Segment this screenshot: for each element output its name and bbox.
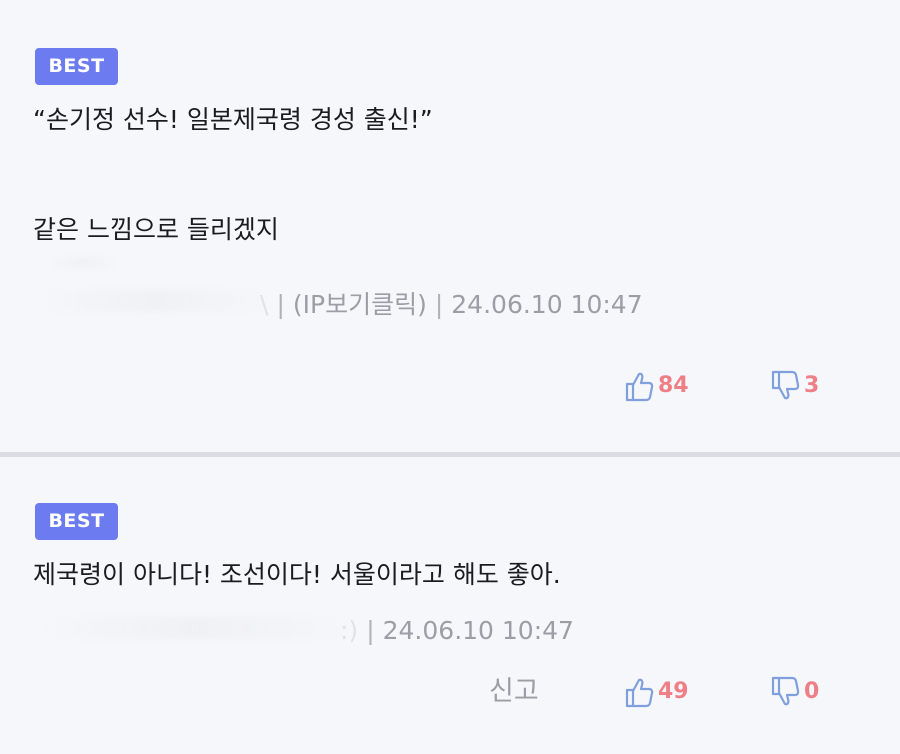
dislike-count: 0 [804, 679, 820, 704]
thumbs-up-icon [624, 370, 654, 402]
dislike-button[interactable]: 0 [770, 674, 819, 710]
like-button[interactable]: 84 [624, 368, 689, 404]
comment-text-line: 같은 느낌으로 들리겠지 [33, 215, 279, 244]
report-button[interactable]: 신고 [489, 674, 539, 710]
comment-meta: :) | 24.06.10 10:47 [340, 614, 574, 648]
meta-separator: | [434, 290, 444, 319]
author-name-tail: :) [340, 616, 359, 645]
thumbs-up-icon [624, 676, 654, 708]
blurred-text [48, 258, 118, 268]
blurred-author-name [40, 617, 350, 639]
meta-separator: | [366, 616, 375, 645]
comment-meta: \ | (IP보기클릭) | 24.06.10 10:47 [260, 288, 643, 322]
comment-timestamp: 24.06.10 10:47 [382, 616, 574, 645]
like-count: 49 [658, 679, 689, 704]
like-button[interactable]: 49 [624, 674, 689, 710]
author-name-tail: \ [260, 290, 269, 319]
dislike-count: 3 [804, 373, 820, 398]
meta-separator: | [276, 290, 285, 319]
dislike-button[interactable]: 3 [770, 368, 819, 404]
thumbs-down-icon [770, 370, 800, 402]
comment-item: BEST 제국령이 아니다! 조선이다! 서울이라고 해도 좋아. :) | 24.… [0, 457, 900, 754]
comment-timestamp: 24.06.10 10:47 [451, 290, 643, 319]
best-badge: BEST [35, 48, 118, 85]
comment-item: BEST “손기정 선수! 일본제국령 경성 출신!” 같은 느낌으로 들리겠지… [0, 0, 900, 452]
comment-text-line: 제국령이 아니다! 조선이다! 서울이라고 해도 좋아. [33, 560, 561, 589]
ip-view-link[interactable]: (IP보기클릭) [293, 290, 427, 319]
blurred-author-name [40, 290, 270, 312]
best-badge: BEST [35, 503, 118, 540]
comment-text-line: “손기정 선수! 일본제국령 경성 출신!” [33, 105, 433, 134]
like-count: 84 [658, 373, 689, 398]
thumbs-down-icon [770, 676, 800, 708]
